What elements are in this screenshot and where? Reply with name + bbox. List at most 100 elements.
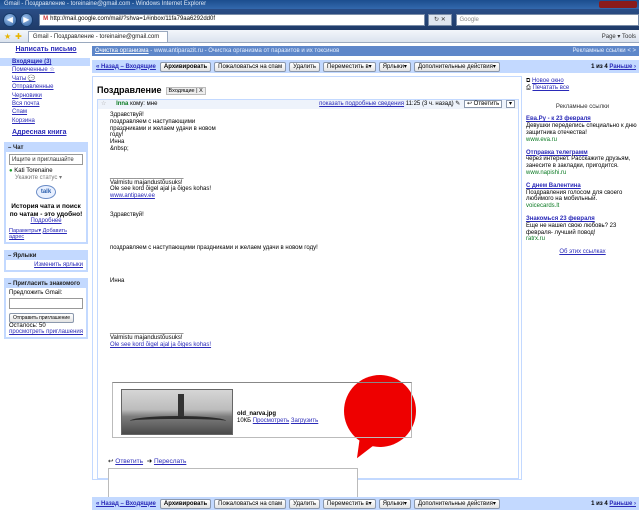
- nav-inbox[interactable]: Входящие (3): [12, 59, 51, 65]
- browser-tab[interactable]: Gmail - Поздравление - toreinaine@gmail.…: [27, 30, 168, 42]
- new-window-link[interactable]: Новое окно: [532, 78, 564, 84]
- quick-reply-box[interactable]: [108, 468, 358, 500]
- nav-starred[interactable]: Помеченные ☆: [12, 67, 55, 73]
- pager: 1 из 4 Раньше ›: [591, 501, 636, 507]
- labels-button[interactable]: Ярлыки▾: [378, 61, 411, 72]
- compose-link[interactable]: Написать письмо: [15, 46, 76, 53]
- forward-arrow-icon[interactable]: ▶: [19, 12, 34, 27]
- talk-icon[interactable]: talk: [36, 185, 56, 200]
- attachment-info: old_narva.jpg 10КБ Просмотреть Загрузить: [237, 411, 318, 425]
- move-to-button[interactable]: Переместить в▾: [323, 61, 376, 72]
- ad-title[interactable]: Знакомься 23 февраля: [526, 216, 639, 223]
- reply-dropdown-icon[interactable]: ▾: [505, 100, 515, 108]
- body-paragraph-2: Здравствуй!: [110, 211, 144, 218]
- back-arrow-icon[interactable]: ◀: [3, 12, 17, 27]
- chat-promo: История чата и поиск по чатам - это удоб…: [9, 203, 83, 218]
- right-column: ⧉ Новое окно ⎙ Печатать все Рекламные сс…: [526, 78, 639, 256]
- tab-title: Gmail - Поздравление - toreinaine@gmail.…: [32, 33, 160, 40]
- print-icon: ⎙: [526, 84, 531, 91]
- pencil-icon[interactable]: ✎: [455, 101, 460, 107]
- web-clip-nav[interactable]: Рекламные ссылки < >: [573, 46, 637, 56]
- message-subject: Поздравление: [97, 85, 162, 95]
- sender-name[interactable]: Inna: [116, 101, 128, 107]
- ad-url[interactable]: www.napishi.ru: [526, 170, 639, 177]
- message-time: 11:25 (3 ч. назад): [405, 101, 454, 107]
- refresh-stop-icon[interactable]: ↻ ✕: [428, 13, 452, 26]
- move-to-button[interactable]: Переместить в▾: [323, 498, 376, 509]
- body-paragraph-3: поздравляем с наступающими праздниками и…: [110, 244, 318, 251]
- ad-url[interactable]: www.eva.ru: [526, 137, 639, 144]
- nav-sent[interactable]: Отправленные: [12, 84, 54, 90]
- report-spam-button[interactable]: Пожаловаться на спам: [214, 61, 287, 72]
- forward-arrow-icon: ➜: [146, 458, 153, 465]
- delete-button[interactable]: Удалить: [289, 61, 321, 72]
- edit-labels-link[interactable]: Изменить ярлыки: [34, 262, 83, 268]
- add-favorites-icon[interactable]: ✚: [15, 32, 22, 41]
- chat-status[interactable]: Укажите статус: [15, 175, 57, 181]
- top-ad-text: - www.antiparazit.ru - Очистка организма…: [148, 48, 340, 54]
- older-link[interactable]: Раньше ›: [609, 501, 636, 507]
- send-invite-button[interactable]: Отправить приглашение: [9, 313, 75, 324]
- ad-title[interactable]: Ева.Ру - к 23 февраля: [526, 116, 639, 123]
- archive-button[interactable]: Архивировать: [159, 61, 212, 72]
- nav-list: Входящие (3) Помеченные ☆ Чаты 💬 Отправл…: [0, 58, 90, 125]
- ad-url[interactable]: ratrx.ru: [526, 236, 639, 243]
- message-body: Здравствуй! поздравляем с наступающими п…: [110, 112, 440, 349]
- address-bar[interactable]: M http://mail.google.com/mail/?shva=1#in…: [39, 13, 426, 26]
- chat-box: – Чат Ищите и приглашайте ● Kati Torenai…: [4, 142, 88, 245]
- favorites-star-icon[interactable]: ★: [4, 32, 11, 41]
- about-ads-link[interactable]: Об этих ссылках: [526, 249, 639, 256]
- nav-chats[interactable]: Чаты 💬: [12, 76, 35, 82]
- report-spam-button[interactable]: Пожаловаться на спам: [214, 498, 287, 509]
- recipient-text: кому: мне: [130, 101, 158, 107]
- invite-email-input[interactable]: [9, 298, 83, 310]
- print-all-link[interactable]: Печатать все: [532, 85, 569, 91]
- view-invites-link[interactable]: просмотреть приглашения: [9, 329, 83, 335]
- reply-arrow-icon: ↩: [108, 458, 114, 465]
- search-field[interactable]: Google: [455, 13, 639, 26]
- window-controls[interactable]: [599, 1, 637, 8]
- invite-header[interactable]: – Пригласить знакомого: [6, 280, 86, 288]
- nav-spam[interactable]: Спам: [12, 109, 27, 115]
- reply-button[interactable]: ↩ Ответить: [463, 100, 503, 108]
- conversation-view: Поздравление Входящие | X ☆ Inna кому: мн…: [92, 76, 522, 500]
- reply-link[interactable]: Ответить: [115, 458, 143, 465]
- show-details-link[interactable]: показать подробные сведения: [319, 101, 404, 107]
- chat-more-link[interactable]: Подробнее: [30, 218, 61, 224]
- more-actions-button[interactable]: Дополнительные действия▾: [413, 498, 500, 509]
- delete-button[interactable]: Удалить: [289, 498, 321, 509]
- inbox-label-chip[interactable]: Входящие | X: [165, 86, 206, 95]
- signature-link-2[interactable]: Ole see kord õigel ajal ja õiges kohas!: [110, 342, 211, 348]
- attachment-filename: old_narva.jpg: [237, 411, 277, 417]
- chat-header[interactable]: – Чат: [6, 144, 86, 152]
- more-actions-button[interactable]: Дополнительные действия▾: [413, 61, 500, 72]
- sidebar: Написать письмо Входящие (3) Помеченные …: [0, 44, 90, 510]
- labels-header[interactable]: – Ярлыки: [6, 252, 86, 260]
- reply-button-label: Ответить: [473, 101, 500, 107]
- ad-title[interactable]: Отправка телеграмм: [526, 150, 639, 157]
- ad-title[interactable]: С днем Валентина: [526, 183, 639, 190]
- top-ad-link[interactable]: Очистка организма: [95, 48, 149, 54]
- labels-button[interactable]: Ярлыки▾: [378, 498, 411, 509]
- view-attachment-link[interactable]: Просмотреть: [253, 418, 289, 424]
- nav-drafts[interactable]: Черновики: [12, 93, 42, 99]
- download-attachment-link[interactable]: Загрузить: [291, 418, 318, 424]
- chat-search-input[interactable]: Ищите и приглашайте: [9, 154, 83, 166]
- sponsored-ad: Ева.Ру - к 23 февраля Девушки переделись…: [526, 116, 639, 143]
- forward-link[interactable]: Переслать: [154, 458, 186, 465]
- attachment-thumbnail[interactable]: [121, 389, 233, 435]
- invite-box: – Пригласить знакомого Предложить Gmail:…: [4, 278, 88, 340]
- back-to-inbox-link[interactable]: « Назад – Входящие: [96, 64, 156, 70]
- signature-link-1[interactable]: www.antipaev.ee: [110, 193, 155, 199]
- contacts-link[interactable]: Адресная книга: [12, 129, 90, 136]
- back-to-inbox-link[interactable]: « Назад – Входящие: [96, 501, 156, 507]
- ad-text: через интернет. Расскажите друзьям, зане…: [526, 156, 631, 170]
- nav-trash[interactable]: Корзина: [12, 118, 35, 124]
- command-bar[interactable]: Page ▾ Tools: [602, 33, 636, 40]
- archive-button[interactable]: Архивировать: [159, 498, 212, 509]
- older-link[interactable]: Раньше ›: [609, 64, 636, 70]
- ad-url[interactable]: voicecards.lt: [526, 203, 639, 210]
- nav-all-mail[interactable]: Вся почта: [12, 101, 40, 107]
- window-title: Gmail - Поздравление - toreinaine@gmail.…: [4, 1, 207, 7]
- star-icon[interactable]: ☆: [101, 101, 106, 107]
